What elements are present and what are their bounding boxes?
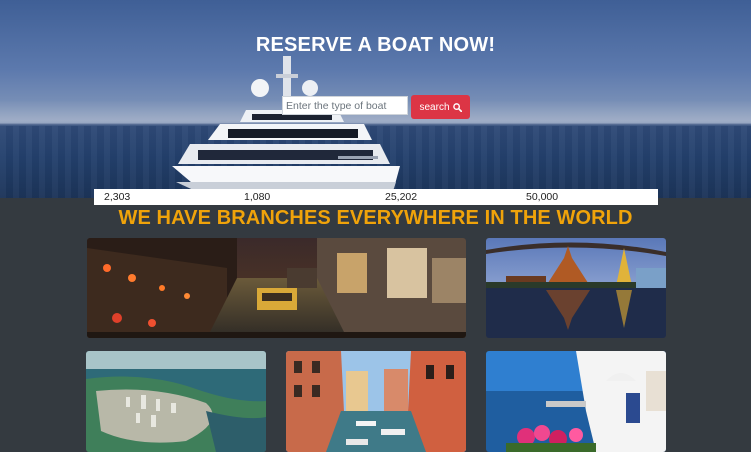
venice-photo	[286, 351, 466, 452]
branch-image-coastal-city[interactable]	[86, 351, 266, 452]
search-icon	[452, 102, 462, 112]
search-button[interactable]: search	[411, 95, 470, 119]
stat-value: 1,080	[244, 191, 271, 203]
branch-image-temple[interactable]	[486, 238, 666, 338]
hero-banner: RESERVE A BOAT NOW! search	[0, 0, 751, 198]
stat-value: 25,202	[385, 191, 418, 203]
branch-image-venice[interactable]	[286, 351, 466, 452]
temple-photo	[486, 238, 666, 338]
stats-bar: 2,303 1,080 25,202 50,000	[94, 189, 658, 205]
hero-title: RESERVE A BOAT NOW!	[255, 34, 496, 56]
branches-title: WE HAVE BRANCHES EVERYWHERE IN THE WORLD	[118, 207, 633, 229]
stat-value: 2,303	[104, 191, 131, 203]
branch-image-santorini[interactable]	[486, 351, 666, 452]
branch-image-canal-town[interactable]	[87, 238, 466, 338]
santorini-photo	[486, 351, 666, 452]
boat-type-search-input[interactable]	[282, 96, 408, 115]
stat-value: 50,000	[526, 191, 559, 203]
coastal-city-photo	[86, 351, 266, 452]
search-button-label: search	[419, 101, 450, 113]
yacht-image	[172, 56, 400, 194]
canal-town-photo	[87, 238, 466, 338]
